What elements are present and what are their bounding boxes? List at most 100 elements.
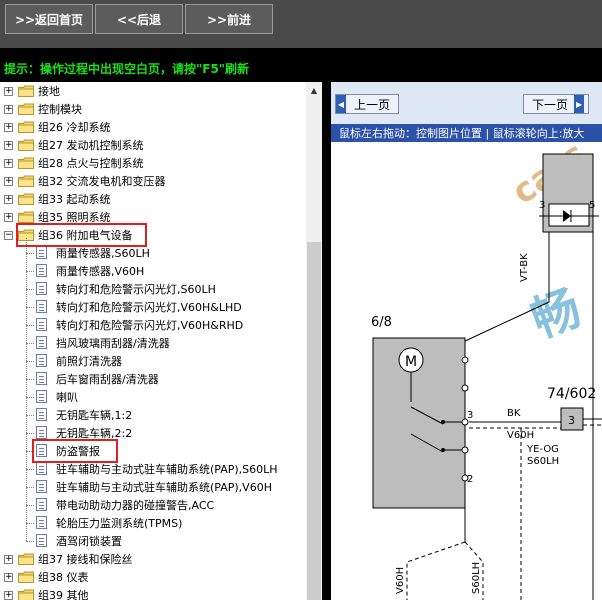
tree-item-row[interactable]: 酒驾闭锁装置 [0,532,306,550]
document-icon [36,390,47,403]
tree-item-label: 后车窗雨刮器/清洗器 [56,373,159,386]
connector-74-602: 74/602 [547,386,596,402]
folder-icon [18,589,34,600]
expand-icon[interactable]: + [4,104,13,114]
tree-item-row[interactable]: 无钥匙车辆,1:2 [0,406,306,424]
tree-group-row[interactable]: + 组27 发动机控制系统 [0,136,306,154]
tree-item-label: 雨量传感器,V60H [56,265,145,278]
tree-group-label: 组33 起动系统 [38,193,111,206]
tree-group-row[interactable]: + 组39 其他 [0,586,306,600]
folder-icon [18,103,34,115]
tree-item-label: 雨量传感器,S60LH [56,247,150,260]
wire-s60lh-b: S60LH [471,562,482,594]
document-icon [36,264,47,277]
tree-connector [26,415,34,416]
pin-3a: 3 [539,200,545,211]
diagram-viewer: ◀ 上一页 下一页 ▶ 鼠标左右拖动：控制图片位置 | 鼠标滚轮向上:放大 ca… [331,82,602,600]
wire-ye-og: YE-OG [526,444,559,455]
tree-connector [26,541,34,542]
document-icon [36,408,47,421]
tree-group-row[interactable]: + 组26 冷却系统 [0,118,306,136]
tree-group-row[interactable]: + 控制模块 [0,100,306,118]
expand-icon[interactable]: + [4,554,13,564]
next-page-button[interactable]: 下一页 ▶ [523,94,589,114]
expand-icon[interactable]: + [4,122,13,132]
tree-item-row[interactable]: 转向灯和危险警示闪光灯,V60H&LHD [0,298,306,316]
expand-icon[interactable]: + [4,140,13,150]
folder-icon [18,139,34,151]
tree-group-row[interactable]: + 组33 起动系统 [0,190,306,208]
expand-icon[interactable]: + [4,194,13,204]
tree-connector [26,343,34,344]
tree-group-label: 组27 发动机控制系统 [38,139,144,152]
home-button[interactable]: >>返回首页 [5,4,93,34]
expand-icon[interactable]: + [4,158,13,168]
tree-connector [26,325,34,326]
tree-item-row[interactable]: 后车窗雨刮器/清洗器 [0,370,306,388]
tree-item-label: 转向灯和危险警示闪光灯,S60LH [56,283,216,296]
tree-item-label: 喇叭 [56,391,78,404]
document-icon [36,372,47,385]
tree-item-label: 轮胎压力监测系统(TPMS) [56,517,183,530]
tree-connector-vertical [26,238,27,541]
collapse-icon[interactable]: − [4,230,13,240]
pin-5: 5 [589,200,595,211]
tree-connector [26,487,34,488]
tree-item-row[interactable]: 雨量传感器,V60H [0,262,306,280]
document-icon [36,318,47,331]
tree-group-row[interactable]: + 组37 接线和保险丝 [0,550,306,568]
wiring-diagram[interactable]: cars 畅 3 5 VT-BK 6/8 M 3 2 74/602 [331,142,602,600]
expand-icon[interactable]: + [4,176,13,186]
tree-connector [26,253,34,254]
tree-connector [26,271,34,272]
scroll-up-arrow-icon[interactable]: ▲ [306,82,322,98]
tree-item-row[interactable]: 轮胎压力监测系统(TPMS) [0,514,306,532]
tree-group-row[interactable]: + 组28 点火与控制系统 [0,154,306,172]
tree-item-row[interactable]: 驻车辅助与主动式驻车辅助系统(PAP),V60H [0,478,306,496]
prev-page-button[interactable]: ◀ 上一页 [335,94,399,114]
tree-scrollbar[interactable]: ▲ [306,82,322,600]
wire-v60h-b: V60H [395,567,406,594]
tree-group-row[interactable]: + 组38 仪表 [0,568,306,586]
document-icon [36,282,47,295]
tree-item-row[interactable]: 喇叭 [0,388,306,406]
scroll-thumb[interactable] [307,242,321,600]
expand-icon[interactable]: + [4,86,13,96]
tree-group-label: 组38 仪表 [38,571,89,584]
tree-group-label: 接地 [38,85,60,98]
tree-item-row[interactable]: 挡风玻璃雨刮器/清洗器 [0,334,306,352]
tree-group-label: 组28 点火与控制系统 [38,157,144,170]
tree-item-row[interactable]: 前照灯清洗器 [0,352,306,370]
connector-6-8: 6/8 [371,315,392,330]
top-nav-bar: >>返回首页 <<后退 >>前进 [0,0,602,48]
tree-item-row[interactable]: 带电动助动力器的碰撞警告,ACC [0,496,306,514]
arrow-right-icon: ▶ [574,95,585,113]
tree-item-label: 前照灯清洗器 [56,355,122,368]
pin-3c: 3 [568,414,575,427]
document-icon [36,246,47,259]
tree-group-row[interactable]: + 接地 [0,82,306,100]
expand-icon[interactable]: + [4,590,13,600]
tree-item-label: 转向灯和危险警示闪光灯,V60H&RHD [56,319,244,332]
motor-label: M [405,354,417,370]
tree-item-row[interactable]: 转向灯和危险警示闪光灯,V60H&RHD [0,316,306,334]
tree-group-row[interactable]: + 组32 交流发电机和变压器 [0,172,306,190]
tree-connector [26,289,34,290]
prev-page-label: 上一页 [354,97,391,112]
document-icon [36,498,47,511]
pin-3b: 3 [467,410,473,421]
back-button[interactable]: <<后退 [95,4,183,34]
tree-connector [26,433,34,434]
folder-icon [18,211,34,223]
folder-icon [18,193,34,205]
expand-icon[interactable]: + [4,212,13,222]
forward-button[interactable]: >>前进 [185,4,273,34]
folder-icon [18,121,34,133]
tree-connector [26,307,34,308]
tree-item-label: 转向灯和危险警示闪光灯,V60H&LHD [56,301,242,314]
pin-2: 2 [467,474,473,485]
expand-icon[interactable]: + [4,572,13,582]
tree-item-row[interactable]: 转向灯和危险警示闪光灯,S60LH [0,280,306,298]
tree-connector [26,397,34,398]
document-icon [36,480,47,493]
